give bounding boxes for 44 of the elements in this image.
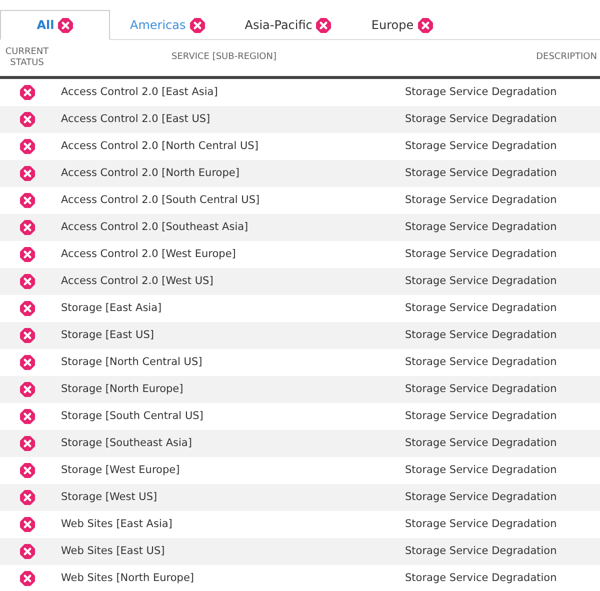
service-name: Access Control 2.0 [North Europe] bbox=[61, 166, 240, 179]
description: Storage Service Degradation bbox=[405, 464, 557, 476]
service-name: Web Sites [East Asia] bbox=[61, 518, 172, 530]
description: Storage Service Degradation bbox=[405, 112, 557, 125]
description: Storage Service Degradation bbox=[405, 356, 557, 368]
service-name: Storage [North Europe] bbox=[61, 382, 184, 395]
description: Storage Service Degradation bbox=[405, 410, 557, 422]
description: Storage Service Degradation bbox=[405, 86, 557, 98]
service-name: Web Sites [East US] bbox=[61, 544, 165, 557]
description: Storage Service Degradation bbox=[405, 220, 557, 233]
service-name: Access Control 2.0 [West US] bbox=[61, 274, 214, 287]
service-name: Storage [North Central US] bbox=[61, 356, 202, 368]
service-name: Storage [East US] bbox=[61, 328, 154, 341]
description: Storage Service Degradation bbox=[405, 328, 557, 341]
description: Storage Service Degradation bbox=[405, 518, 557, 530]
description: Storage Service Degradation bbox=[405, 166, 557, 179]
column-header: SERVICE [SUB-REGION] bbox=[172, 51, 276, 64]
service-name: Access Control 2.0 [South Central US] bbox=[61, 194, 260, 206]
description: Storage Service Degradation bbox=[405, 382, 557, 395]
region-tab[interactable]: Asia-Pacific bbox=[224, 10, 352, 40]
description: Storage Service Degradation bbox=[405, 572, 557, 584]
column-header: DESCRIPTION bbox=[536, 51, 597, 64]
description: Storage Service Degradation bbox=[405, 544, 557, 557]
region-tab[interactable]: All bbox=[0, 10, 110, 40]
service-name: Access Control 2.0 [Southeast Asia] bbox=[61, 220, 248, 233]
region-tab[interactable]: Europe bbox=[351, 10, 453, 40]
service-name: Storage [West US] bbox=[61, 490, 158, 503]
service-name: Access Control 2.0 [North Central US] bbox=[61, 140, 258, 152]
service-name: Web Sites [North Europe] bbox=[61, 572, 194, 584]
description: Storage Service Degradation bbox=[405, 248, 557, 260]
service-name: Access Control 2.0 [West Europe] bbox=[61, 248, 236, 260]
description: Storage Service Degradation bbox=[405, 302, 557, 314]
description: Storage Service Degradation bbox=[405, 140, 557, 152]
service-name: Storage [East Asia] bbox=[61, 302, 162, 314]
service-name: Access Control 2.0 [East US] bbox=[61, 112, 210, 125]
column-header: CURRENT STATUS bbox=[4, 47, 50, 69]
service-name: Storage [West Europe] bbox=[61, 464, 180, 476]
service-name: Storage [Southeast Asia] bbox=[61, 436, 192, 449]
description: Storage Service Degradation bbox=[405, 194, 557, 206]
description: Storage Service Degradation bbox=[405, 436, 557, 449]
description: Storage Service Degradation bbox=[405, 490, 557, 503]
service-name: Access Control 2.0 [East Asia] bbox=[61, 86, 218, 98]
description: Storage Service Degradation bbox=[405, 274, 557, 287]
service-name: Storage [South Central US] bbox=[61, 410, 204, 422]
